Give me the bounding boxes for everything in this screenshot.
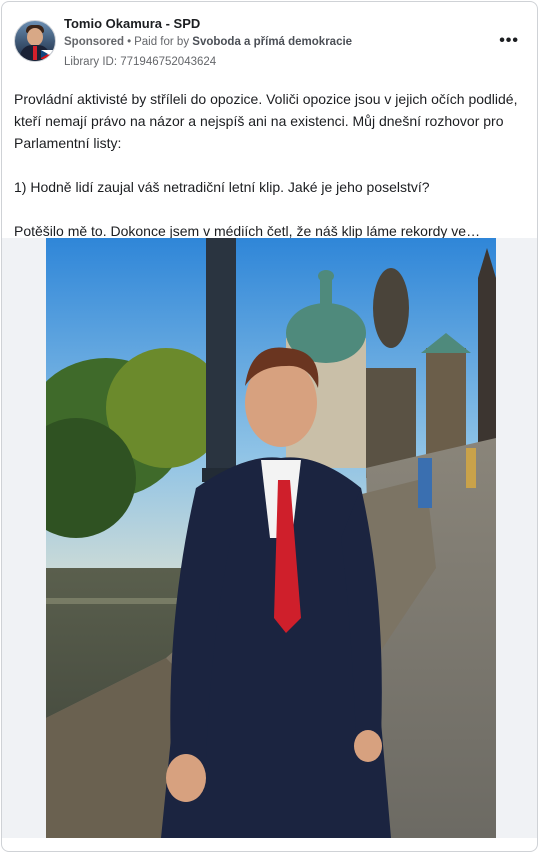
more-options-icon[interactable]: ••• [499,32,519,50]
photo-scene [46,238,496,838]
post-paragraph-2: 1) Hodně lidí zaujal váš netradiční letn… [14,179,430,195]
payer-name[interactable]: Svoboda a přímá demokracie [192,36,352,48]
post-media[interactable] [2,238,537,838]
post-paragraph-1: Provládní aktivisté by stříleli do opozi… [14,91,518,151]
library-id: Library ID: 771946752043624 [64,56,217,68]
post-body: Provládní aktivisté by stříleli do opozi… [14,88,526,242]
page-avatar[interactable] [14,20,56,62]
page-name-link[interactable]: Tomio Okamura - SPD [64,16,200,31]
ad-card: Tomio Okamura - SPD Sponsored • Paid for b… [1,1,538,852]
paid-for-prefix: Paid for by [134,36,190,48]
sponsorship-line: Sponsored • Paid for by Svoboda a přímá de… [64,36,353,48]
post-header: Tomio Okamura - SPD Sponsored • Paid for b… [14,14,525,74]
sponsored-label: Sponsored [64,36,125,48]
post-photo[interactable] [46,238,496,838]
